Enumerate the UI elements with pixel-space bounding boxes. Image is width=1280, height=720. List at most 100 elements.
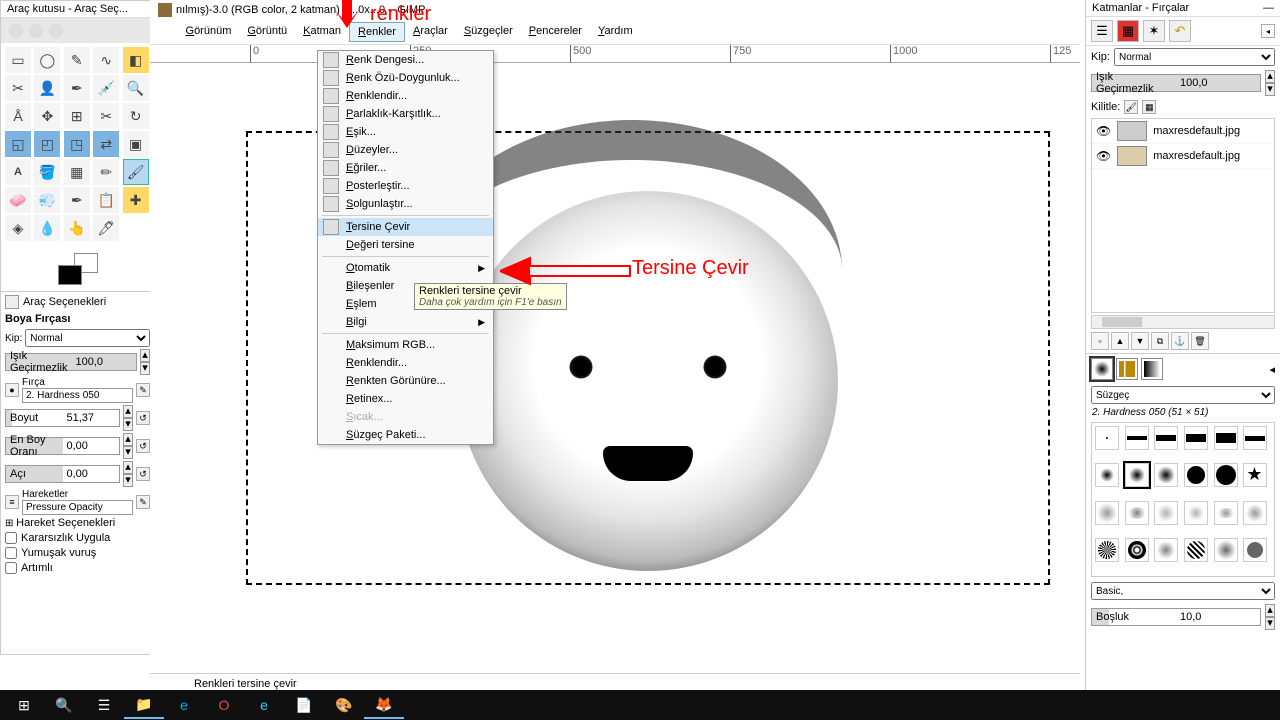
- dynamics-field[interactable]: Pressure Opacity: [22, 500, 133, 515]
- tool-scale[interactable]: ◱: [5, 131, 31, 157]
- menu-item[interactable]: Tersine Çevir: [318, 218, 493, 236]
- aspect-slider[interactable]: En Boy Oranı0,00: [5, 437, 120, 455]
- tabs-menu-icon[interactable]: ◂: [1261, 24, 1275, 38]
- tool-color-select[interactable]: ◧: [123, 47, 149, 73]
- layer-opacity-slider[interactable]: Işık Geçirmezlik100,0: [1091, 74, 1261, 92]
- aspect-reset-icon[interactable]: ↺: [136, 439, 150, 453]
- brush-item[interactable]: [1125, 538, 1149, 562]
- dynamics-edit-icon[interactable]: ✎: [136, 495, 150, 509]
- brush-item[interactable]: [1095, 538, 1119, 562]
- brush-item[interactable]: [1154, 538, 1178, 562]
- brush-item[interactable]: [1125, 426, 1149, 450]
- brush-item[interactable]: [1243, 538, 1267, 562]
- menu-gorunum[interactable]: Görünüm: [178, 22, 240, 42]
- menu-item[interactable]: Renk Dengesi...: [318, 51, 493, 69]
- paint-button[interactable]: 🎨: [324, 691, 364, 719]
- tool-ellipse-select[interactable]: ◯: [34, 47, 60, 73]
- gradient-tab-icon[interactable]: [1141, 358, 1163, 380]
- menu-item[interactable]: Solgunlaştır...: [318, 195, 493, 213]
- tab-layers-icon[interactable]: ☰: [1091, 20, 1113, 42]
- tool-text[interactable]: A: [5, 159, 31, 185]
- search-button[interactable]: 🔍: [44, 691, 84, 719]
- brush-item[interactable]: [1214, 426, 1238, 450]
- tool-rotate[interactable]: ↻: [123, 103, 149, 129]
- layer-hscroll[interactable]: [1091, 315, 1275, 329]
- brush-preset-select[interactable]: Basic,: [1091, 582, 1275, 600]
- delete-layer-icon[interactable]: 🗑: [1191, 332, 1209, 350]
- brush-item[interactable]: [1214, 501, 1238, 525]
- tool-paths[interactable]: ✒: [64, 75, 90, 101]
- layer-name[interactable]: maxresdefault.jpg: [1153, 150, 1240, 162]
- tool-cage[interactable]: ▣: [123, 131, 149, 157]
- brush-item[interactable]: [1243, 501, 1267, 525]
- menu-item[interactable]: Renkten Görünüre...: [318, 372, 493, 390]
- menu-item[interactable]: Düzeyler...: [318, 141, 493, 159]
- tool-move[interactable]: ✥: [34, 103, 60, 129]
- jitter-checkbox[interactable]: [5, 532, 17, 544]
- size-spin[interactable]: ▴▾: [123, 405, 133, 431]
- tool-eraser[interactable]: 🧼: [5, 187, 31, 213]
- lower-layer-icon[interactable]: ▼: [1131, 332, 1149, 350]
- menu-item[interactable]: Değeri tersine: [318, 236, 493, 254]
- visibility-icon[interactable]: 👁: [1096, 149, 1111, 163]
- tool-paintbrush[interactable]: 🖌: [123, 159, 149, 185]
- brush-item[interactable]: [1125, 463, 1149, 487]
- menu-suzgecler[interactable]: Süzgeçler: [456, 22, 521, 42]
- start-button[interactable]: ⊞: [4, 691, 44, 719]
- tool-rect-select[interactable]: ▭: [5, 47, 31, 73]
- color-fg-bg[interactable]: [58, 253, 98, 283]
- visibility-icon[interactable]: 👁: [1096, 124, 1111, 138]
- gimp-button[interactable]: 🦊: [364, 691, 404, 719]
- brush-tab-icon[interactable]: [1091, 358, 1113, 380]
- spacing-spin[interactable]: ▴▾: [1265, 604, 1275, 630]
- tool-smudge[interactable]: 👆: [64, 215, 90, 241]
- tool-heal[interactable]: ✚: [123, 187, 149, 213]
- tool-scissors[interactable]: ✂: [5, 75, 31, 101]
- incremental-checkbox[interactable]: [5, 562, 17, 574]
- brush-item[interactable]: [1154, 463, 1178, 487]
- lock-alpha-icon[interactable]: ▦: [1142, 100, 1156, 114]
- lock-pixels-icon[interactable]: 🖌: [1124, 100, 1138, 114]
- brush-item[interactable]: [1243, 463, 1267, 487]
- layer-opacity-spin[interactable]: ▴▾: [1265, 70, 1275, 96]
- tool-foreground[interactable]: 👤: [34, 75, 60, 101]
- menu-item[interactable]: Süzgeç Paketi...: [318, 426, 493, 444]
- tool-crop[interactable]: ✂: [93, 103, 119, 129]
- notepad-button[interactable]: 📄: [284, 691, 324, 719]
- menu-yardim[interactable]: Yardım: [590, 22, 641, 42]
- raise-layer-icon[interactable]: ▲: [1111, 332, 1129, 350]
- taskview-button[interactable]: ☰: [84, 691, 124, 719]
- layer-item[interactable]: 👁 maxresdefault.jpg: [1092, 144, 1274, 169]
- angle-spin[interactable]: ▴▾: [123, 461, 133, 487]
- brush-item[interactable]: [1095, 463, 1119, 487]
- menu-item[interactable]: Parlaklık-Karşıtlık...: [318, 105, 493, 123]
- tool-ink[interactable]: ✒: [64, 187, 90, 213]
- tool-measure[interactable]: Å: [5, 103, 31, 129]
- dynamics-options-expander[interactable]: ⊞ Hareket Seçenekleri: [5, 517, 150, 529]
- tool-align[interactable]: ⊞: [64, 103, 90, 129]
- ie-button[interactable]: e: [244, 691, 284, 719]
- menu-goruntu[interactable]: Görüntü: [239, 22, 295, 42]
- brush-item[interactable]: [1184, 538, 1208, 562]
- brush-tabs-menu-icon[interactable]: ◂: [1269, 363, 1275, 376]
- menu-pencereler[interactable]: Pencereler: [521, 22, 590, 42]
- menu-item[interactable]: Eşik...: [318, 123, 493, 141]
- menu-item[interactable]: Renklendir...: [318, 354, 493, 372]
- edge-button[interactable]: e: [164, 691, 204, 719]
- duplicate-layer-icon[interactable]: ⧉: [1151, 332, 1169, 350]
- opera-button[interactable]: O: [204, 691, 244, 719]
- explorer-button[interactable]: 📁: [124, 691, 164, 719]
- brush-item[interactable]: [1214, 463, 1238, 487]
- tool-fuzzy-select[interactable]: ∿: [93, 47, 119, 73]
- brush-item[interactable]: [1154, 501, 1178, 525]
- anchor-layer-icon[interactable]: ⚓: [1171, 332, 1189, 350]
- menu-item[interactable]: Posterleştir...: [318, 177, 493, 195]
- opacity-slider[interactable]: Işık Geçirmezlik 100,0: [5, 353, 137, 371]
- tool-shear[interactable]: ◰: [34, 131, 60, 157]
- brush-item[interactable]: [1184, 426, 1208, 450]
- menu-item[interactable]: Renklendir...: [318, 87, 493, 105]
- menu-item[interactable]: Bilgi▶: [318, 313, 493, 331]
- tool-free-select[interactable]: ✎: [64, 47, 90, 73]
- tool-perspective[interactable]: ◳: [64, 131, 90, 157]
- tool-blur[interactable]: 💧: [34, 215, 60, 241]
